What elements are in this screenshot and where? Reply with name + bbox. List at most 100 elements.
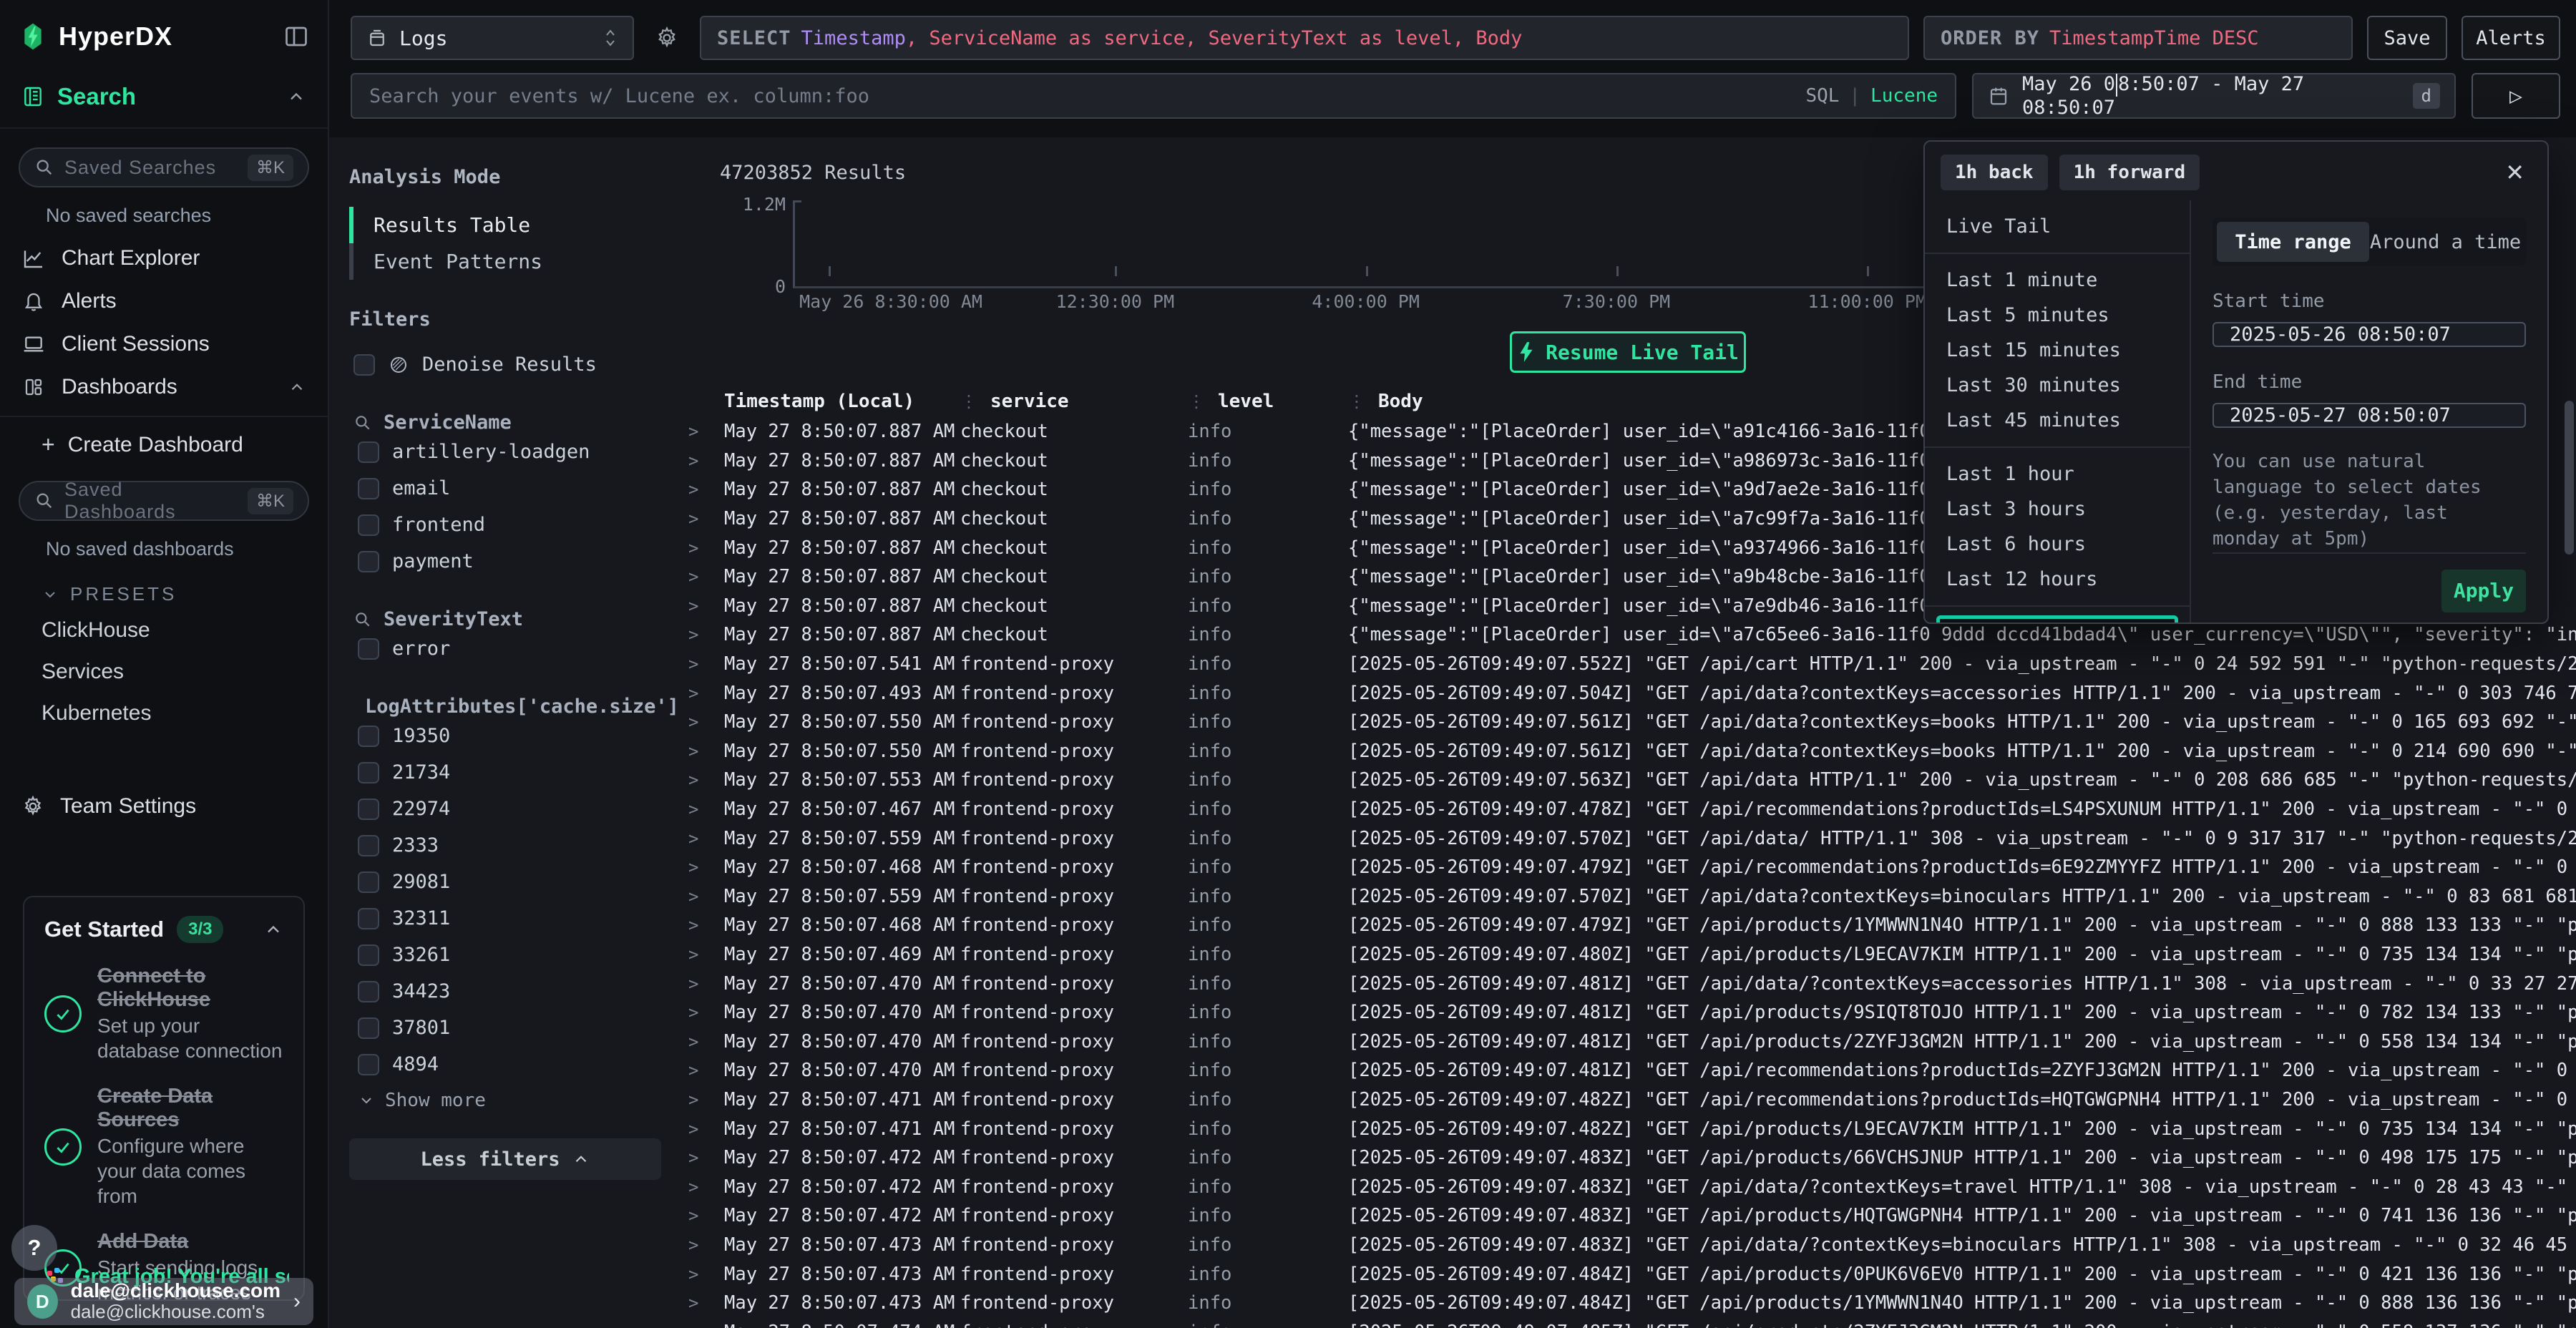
time-preset-live-tail[interactable]: Live Tail — [1925, 209, 2190, 244]
expand-row-icon[interactable]: > — [688, 1264, 724, 1284]
table-row[interactable]: >May 27 8:50:07.470 AMfrontend-proxyinfo… — [680, 1056, 2576, 1085]
filter-option[interactable]: 22974 — [358, 791, 661, 827]
time-preset-last-1-minute[interactable]: Last 1 minute — [1925, 263, 2190, 298]
shift-1h-forward-button[interactable]: 1h forward — [2059, 155, 2200, 190]
table-row[interactable]: >May 27 8:50:07.541 AMfrontend-proxyinfo… — [680, 650, 2576, 679]
run-query-button[interactable]: ▷ — [2472, 73, 2560, 119]
lucene-mode-toggle[interactable]: Lucene — [1870, 85, 1938, 107]
expand-row-icon[interactable]: > — [688, 1293, 724, 1313]
alerts-button[interactable]: Alerts — [2462, 16, 2560, 60]
expand-row-icon[interactable]: > — [688, 421, 724, 441]
expand-row-icon[interactable]: > — [688, 1148, 724, 1168]
filter-option[interactable]: 33261 — [358, 937, 661, 973]
source-settings-gear-icon[interactable] — [648, 16, 686, 60]
checkbox[interactable] — [358, 478, 379, 499]
expand-row-icon[interactable]: > — [688, 538, 724, 558]
time-preset-last-1-days[interactable]: Last 1 days — [1936, 615, 2178, 622]
time-preset-last-1-hour[interactable]: Last 1 hour — [1925, 456, 2190, 492]
less-filters-button[interactable]: Less filters — [349, 1138, 661, 1180]
saved-searches-input[interactable]: Saved Searches ⌘K — [19, 147, 309, 187]
filter-option[interactable]: artillery-loadgen — [358, 434, 661, 470]
create-dashboard-button[interactable]: + Create Dashboard — [0, 417, 328, 462]
table-row[interactable]: >May 27 8:50:07.471 AMfrontend-proxyinfo… — [680, 1114, 2576, 1143]
expand-row-icon[interactable]: > — [688, 915, 724, 935]
expand-row-icon[interactable]: > — [688, 887, 724, 907]
checkbox[interactable] — [358, 638, 379, 660]
table-row[interactable]: >May 27 8:50:07.471 AMfrontend-proxyinfo… — [680, 1085, 2576, 1115]
analysis-mode-event-patterns[interactable]: Event Patterns — [349, 243, 661, 280]
table-row[interactable]: >May 27 8:50:07.550 AMfrontend-proxyinfo… — [680, 708, 2576, 737]
table-row[interactable]: >May 27 8:50:07.467 AMfrontend-proxyinfo… — [680, 795, 2576, 824]
filter-option[interactable]: 37801 — [358, 1010, 661, 1046]
checkbox[interactable] — [353, 354, 375, 376]
expand-row-icon[interactable]: > — [688, 1002, 724, 1022]
checkbox[interactable] — [358, 551, 379, 572]
table-row[interactable]: >May 27 8:50:07.472 AMfrontend-proxyinfo… — [680, 1172, 2576, 1201]
table-row[interactable]: >May 27 8:50:07.559 AMfrontend-proxyinfo… — [680, 882, 2576, 912]
expand-row-icon[interactable]: > — [688, 741, 724, 761]
table-row[interactable]: >May 27 8:50:07.472 AMfrontend-proxyinfo… — [680, 1201, 2576, 1231]
show-more-button[interactable]: Show more — [358, 1090, 661, 1111]
checkbox[interactable] — [358, 514, 379, 536]
select-clause-input[interactable]: SELECT Timestamp, ServiceName as service… — [700, 16, 1909, 60]
apply-button[interactable]: Apply — [2441, 570, 2526, 612]
checkbox[interactable] — [358, 441, 379, 463]
time-preset-last-45-minutes[interactable]: Last 45 minutes — [1925, 403, 2190, 438]
help-button[interactable]: ? — [11, 1225, 57, 1271]
table-row[interactable]: >May 27 8:50:07.473 AMfrontend-proxyinfo… — [680, 1289, 2576, 1318]
checkbox[interactable] — [358, 726, 379, 747]
table-row[interactable]: >May 27 8:50:07.470 AMfrontend-proxyinfo… — [680, 969, 2576, 998]
saved-dashboards-input[interactable]: Saved Dashboards ⌘K — [19, 481, 309, 521]
close-icon[interactable]: ✕ — [2498, 159, 2532, 186]
filter-option[interactable]: 19350 — [358, 718, 661, 754]
date-range-input[interactable]: May 26 08:50:07 - May 27 08:50:07 d — [1972, 73, 2456, 119]
expand-row-icon[interactable]: > — [688, 1177, 724, 1197]
table-row[interactable]: >May 27 8:50:07.473 AMfrontend-proxyinfo… — [680, 1231, 2576, 1260]
checkbox[interactable] — [358, 908, 379, 929]
source-select[interactable]: Logs — [351, 16, 634, 60]
time-preset-last-6-hours[interactable]: Last 6 hours — [1925, 527, 2190, 562]
sql-mode-toggle[interactable]: SQL — [1805, 85, 1839, 107]
expand-row-icon[interactable]: > — [688, 799, 724, 819]
sidebar-item-team-settings[interactable]: Team Settings — [0, 784, 328, 829]
expand-row-icon[interactable]: > — [688, 509, 724, 529]
filter-option[interactable]: error — [358, 630, 661, 667]
table-row[interactable]: >May 27 8:50:07.559 AMfrontend-proxyinfo… — [680, 824, 2576, 853]
table-row[interactable]: >May 27 8:50:07.550 AMfrontend-proxyinfo… — [680, 737, 2576, 766]
checkbox[interactable] — [358, 1054, 379, 1075]
checkbox[interactable] — [358, 872, 379, 893]
expand-row-icon[interactable]: > — [688, 857, 724, 877]
table-row[interactable]: >May 27 8:50:07.470 AMfrontend-proxyinfo… — [680, 1027, 2576, 1056]
filter-option[interactable]: 21734 — [358, 754, 661, 791]
time-preset-last-15-minutes[interactable]: Last 15 minutes — [1925, 333, 2190, 368]
chevron-up-icon[interactable] — [286, 87, 306, 107]
sidebar-item-preset-services[interactable]: Services — [0, 651, 328, 693]
end-time-input[interactable]: 2025-05-27 08:50:07 — [2212, 403, 2526, 428]
expand-row-icon[interactable]: > — [688, 567, 724, 587]
expand-row-icon[interactable]: > — [688, 1060, 724, 1080]
collapse-sidebar-icon[interactable] — [283, 24, 309, 49]
expand-row-icon[interactable]: > — [688, 1119, 724, 1139]
expand-row-icon[interactable]: > — [688, 974, 724, 994]
sidebar-item-chart-explorer[interactable]: Chart Explorer — [0, 237, 328, 280]
analysis-mode-results-table[interactable]: Results Table — [349, 207, 661, 243]
order-by-input[interactable]: ORDER BY TimestampTime DESC — [1923, 16, 2353, 60]
chevron-up-icon[interactable] — [288, 378, 306, 396]
denoise-results-checkbox[interactable]: Denoise Results — [353, 346, 661, 383]
expand-row-icon[interactable]: > — [688, 1235, 724, 1255]
filter-option[interactable]: email — [358, 470, 661, 507]
sidebar-item-alerts[interactable]: Alerts — [0, 280, 328, 323]
expand-row-icon[interactable]: > — [688, 829, 724, 849]
filter-option[interactable]: 2333 — [358, 827, 661, 864]
expand-row-icon[interactable]: > — [688, 596, 724, 616]
table-row[interactable]: >May 27 8:50:07.473 AMfrontend-proxyinfo… — [680, 1259, 2576, 1289]
expand-row-icon[interactable]: > — [688, 1206, 724, 1226]
table-row[interactable]: >May 27 8:50:07.469 AMfrontend-proxyinfo… — [680, 940, 2576, 970]
event-search-input[interactable]: Search your events w/ Lucene ex. column:… — [351, 73, 1956, 119]
expand-row-icon[interactable]: > — [688, 944, 724, 965]
expand-row-icon[interactable]: > — [688, 451, 724, 471]
table-row[interactable]: >May 27 8:50:07.493 AMfrontend-proxyinfo… — [680, 678, 2576, 708]
get-started-item[interactable]: Create Data SourcesConfigure where your … — [44, 1085, 283, 1209]
checkbox[interactable] — [358, 835, 379, 856]
vertical-scrollbar[interactable] — [2565, 401, 2574, 555]
